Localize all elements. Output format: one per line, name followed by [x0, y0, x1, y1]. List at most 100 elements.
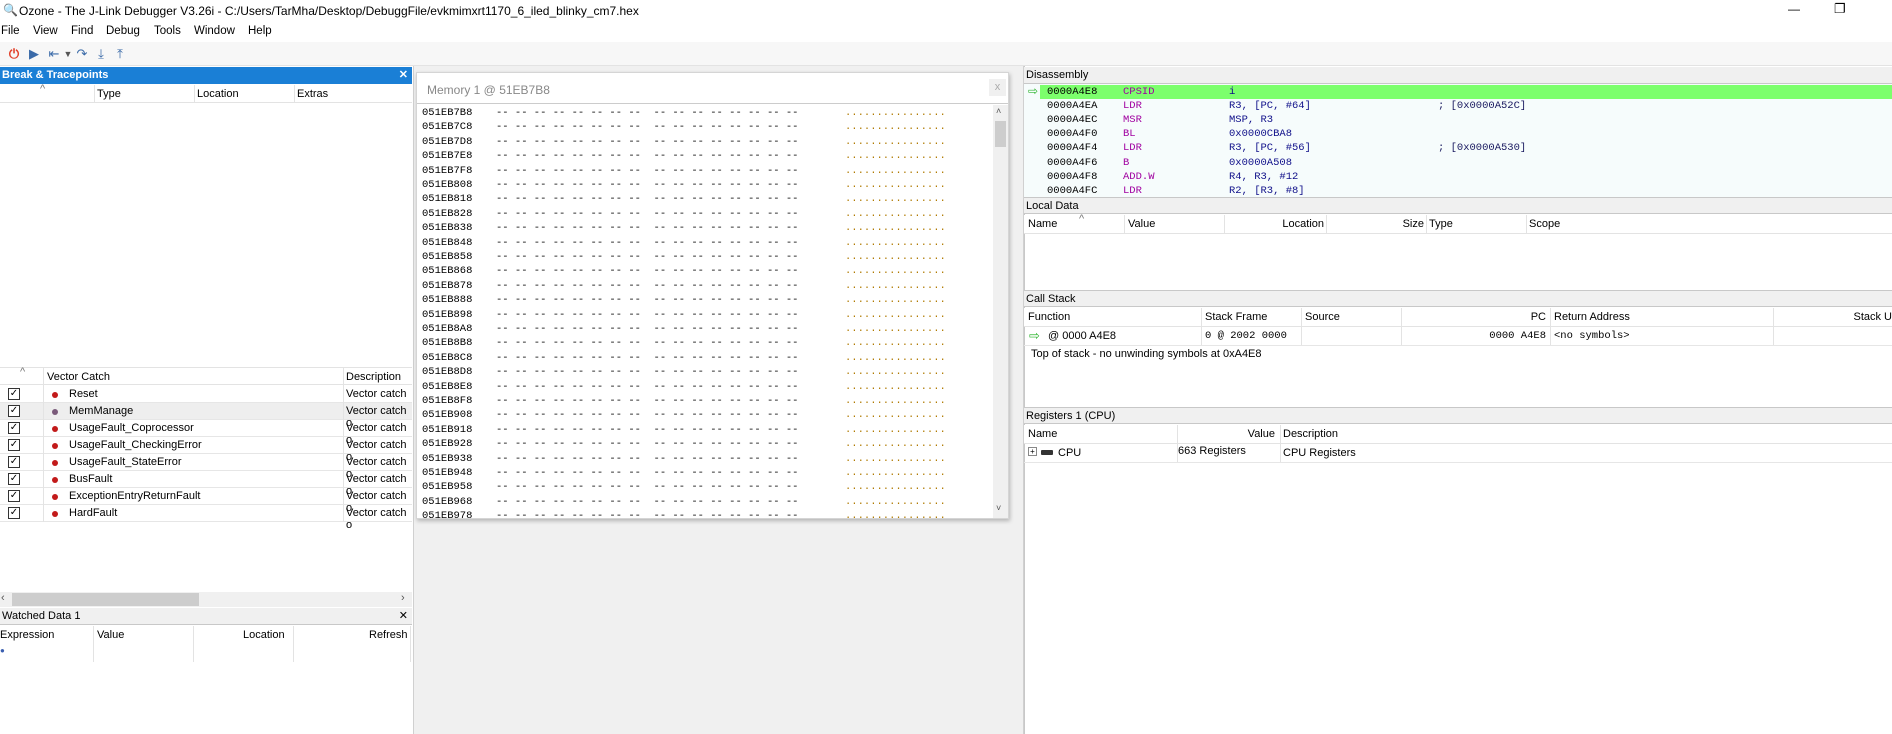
column-stack-usage[interactable]: Stack U [1853, 311, 1892, 323]
memory-ascii[interactable]: ................ [845, 136, 946, 148]
menu-file[interactable]: File [1, 25, 20, 37]
vector-catch-row[interactable]: ✓ MemManage Vector catch o [0, 403, 412, 429]
memory-ascii[interactable]: ................ [845, 510, 946, 518]
memory-hex[interactable]: -- -- -- -- -- -- -- -- -- -- -- -- -- -… [496, 165, 798, 177]
memory-hex[interactable]: -- -- -- -- -- -- -- -- -- -- -- -- -- -… [496, 294, 798, 306]
memory-ascii[interactable]: ................ [845, 453, 946, 465]
memory-ascii[interactable]: ................ [845, 294, 946, 306]
memory-ascii[interactable]: ................ [845, 409, 946, 421]
vector-catch-row[interactable]: ✓ UsageFault_Coprocessor Vector catch o [0, 420, 412, 446]
memory-hex[interactable]: -- -- -- -- -- -- -- -- -- -- -- -- -- -… [496, 481, 798, 493]
memory-ascii[interactable]: ................ [845, 352, 946, 364]
close-icon[interactable]: ✕ [399, 68, 408, 81]
memory-ascii[interactable]: ................ [845, 481, 946, 493]
column-stack-frame[interactable]: Stack Frame [1205, 311, 1267, 323]
memory-ascii[interactable]: ................ [845, 237, 946, 249]
memory-ascii[interactable]: ................ [845, 381, 946, 393]
call-stack-row[interactable]: ⇨ @ 0000 A4E8 0 @ 2002 0000 0000 A4E8 <n… [1024, 327, 1892, 346]
memory-ascii[interactable]: ................ [845, 395, 946, 407]
vector-catch-checkbox[interactable]: ✓ [8, 473, 20, 485]
column-refresh[interactable]: Refresh [369, 629, 408, 641]
vertical-scrollbar[interactable]: ˄ ˅ [993, 105, 1008, 518]
memory-hex[interactable]: -- -- -- -- -- -- -- -- -- -- -- -- -- -… [496, 280, 798, 292]
menu-debug[interactable]: Debug [106, 25, 140, 37]
vector-catch-row[interactable]: ✓ BusFault Vector catch o [0, 471, 412, 497]
memory-hex[interactable]: -- -- -- -- -- -- -- -- -- -- -- -- -- -… [496, 381, 798, 393]
menu-find[interactable]: Find [71, 25, 93, 37]
expand-icon[interactable]: + [1028, 447, 1037, 456]
vector-catch-checkbox[interactable]: ✓ [8, 422, 20, 434]
memory-hex[interactable]: -- -- -- -- -- -- -- -- -- -- -- -- -- -… [496, 150, 798, 162]
memory-hex[interactable]: -- -- -- -- -- -- -- -- -- -- -- -- -- -… [496, 352, 798, 364]
disassembly-row[interactable]: 0000A4F8 ADD.W R4, R3, #12 [1024, 170, 1892, 184]
memory-ascii[interactable]: ................ [845, 150, 946, 162]
close-icon[interactable]: ✕ [399, 609, 408, 622]
memory-ascii[interactable]: ................ [845, 121, 946, 133]
memory-ascii[interactable]: ................ [845, 309, 946, 321]
memory-ascii[interactable]: ................ [845, 107, 946, 119]
memory-hex[interactable]: -- -- -- -- -- -- -- -- -- -- -- -- -- -… [496, 438, 798, 450]
disassembly-row[interactable]: 0000A4F6 B 0x0000A508 [1024, 156, 1892, 170]
register-row-cpu[interactable]: + CPU 663 Registers CPU Registers [1024, 444, 1892, 463]
sort-icon[interactable]: ^ [1079, 213, 1084, 225]
column-function[interactable]: Function [1028, 311, 1070, 323]
column-description[interactable]: Description [346, 371, 401, 383]
memory-hex[interactable]: -- -- -- -- -- -- -- -- -- -- -- -- -- -… [496, 453, 798, 465]
menu-help[interactable]: Help [248, 25, 272, 37]
disassembly-row[interactable]: 0000A4EA LDR R3, [PC, #64] ; [0x0000A52C… [1024, 99, 1892, 113]
memory-ascii[interactable]: ................ [845, 424, 946, 436]
memory-close-button[interactable]: x [989, 79, 1006, 96]
new-expression-icon[interactable]: ● [0, 646, 5, 655]
memory-hex[interactable]: -- -- -- -- -- -- -- -- -- -- -- -- -- -… [496, 496, 798, 508]
column-location[interactable]: Location [197, 88, 239, 100]
vector-catch-checkbox[interactable]: ✓ [8, 439, 20, 451]
column-pc[interactable]: PC [1531, 311, 1546, 323]
memory-ascii[interactable]: ................ [845, 323, 946, 335]
column-location[interactable]: Location [243, 629, 285, 641]
column-value[interactable]: Value [1128, 218, 1155, 230]
vector-catch-checkbox[interactable]: ✓ [8, 388, 20, 400]
memory-hex[interactable]: -- -- -- -- -- -- -- -- -- -- -- -- -- -… [496, 395, 798, 407]
step-into-icon[interactable]: ⤓ [93, 46, 109, 62]
memory-ascii[interactable]: ................ [845, 337, 946, 349]
vector-catch-checkbox[interactable]: ✓ [8, 507, 20, 519]
memory-ascii[interactable]: ................ [845, 280, 946, 292]
vector-catch-row[interactable]: ✓ ExceptionEntryReturnFault Vector catch… [0, 488, 412, 514]
vector-catch-checkbox[interactable]: ✓ [8, 456, 20, 468]
sort-icon[interactable]: ^ [20, 366, 25, 378]
column-value[interactable]: Value [97, 629, 124, 641]
vector-catch-row[interactable]: ✓ UsageFault_StateError Vector catch o [0, 454, 412, 480]
memory-hex[interactable]: -- -- -- -- -- -- -- -- -- -- -- -- -- -… [496, 222, 798, 234]
scrollbar-thumb[interactable] [995, 121, 1006, 147]
column-value[interactable]: Value [1248, 428, 1275, 440]
memory-hex[interactable]: -- -- -- -- -- -- -- -- -- -- -- -- -- -… [496, 409, 798, 421]
memory-hex[interactable]: -- -- -- -- -- -- -- -- -- -- -- -- -- -… [496, 237, 798, 249]
column-size[interactable]: Size [1403, 218, 1424, 230]
memory-ascii[interactable]: ................ [845, 165, 946, 177]
memory-hex[interactable]: -- -- -- -- -- -- -- -- -- -- -- -- -- -… [496, 121, 798, 133]
scroll-right-icon[interactable]: › [401, 592, 405, 604]
memory-ascii[interactable]: ................ [845, 366, 946, 378]
memory-hex[interactable]: -- -- -- -- -- -- -- -- -- -- -- -- -- -… [496, 193, 798, 205]
memory-hex[interactable]: -- -- -- -- -- -- -- -- -- -- -- -- -- -… [496, 136, 798, 148]
column-return-address[interactable]: Return Address [1554, 311, 1630, 323]
memory-hex[interactable]: -- -- -- -- -- -- -- -- -- -- -- -- -- -… [496, 107, 798, 119]
horizontal-scrollbar[interactable]: ‹ › [0, 592, 412, 607]
scroll-left-icon[interactable]: ‹ [1, 592, 5, 604]
column-source[interactable]: Source [1305, 311, 1340, 323]
sort-icon[interactable]: ^ [40, 83, 45, 95]
memory-hex[interactable]: -- -- -- -- -- -- -- -- -- -- -- -- -- -… [496, 510, 798, 518]
menu-view[interactable]: View [33, 25, 58, 37]
vector-catch-checkbox[interactable]: ✓ [8, 490, 20, 502]
column-name[interactable]: Name [1028, 428, 1057, 440]
memory-hex[interactable]: -- -- -- -- -- -- -- -- -- -- -- -- -- -… [496, 323, 798, 335]
memory-hex[interactable]: -- -- -- -- -- -- -- -- -- -- -- -- -- -… [496, 179, 798, 191]
memory-hex[interactable]: -- -- -- -- -- -- -- -- -- -- -- -- -- -… [496, 366, 798, 378]
disassembly-row[interactable]: ⇨ 0000A4E8 CPSID i [1024, 84, 1892, 99]
memory-ascii[interactable]: ................ [845, 438, 946, 450]
vector-catch-row[interactable]: ✓ UsageFault_CheckingError Vector catch … [0, 437, 412, 463]
scroll-up-icon[interactable]: ˄ [996, 106, 1001, 116]
memory-hex[interactable]: -- -- -- -- -- -- -- -- -- -- -- -- -- -… [496, 467, 798, 479]
vector-catch-row[interactable]: ✓ HardFault Vector catch o [0, 505, 412, 531]
minimize-button[interactable]: — [1788, 2, 1800, 16]
